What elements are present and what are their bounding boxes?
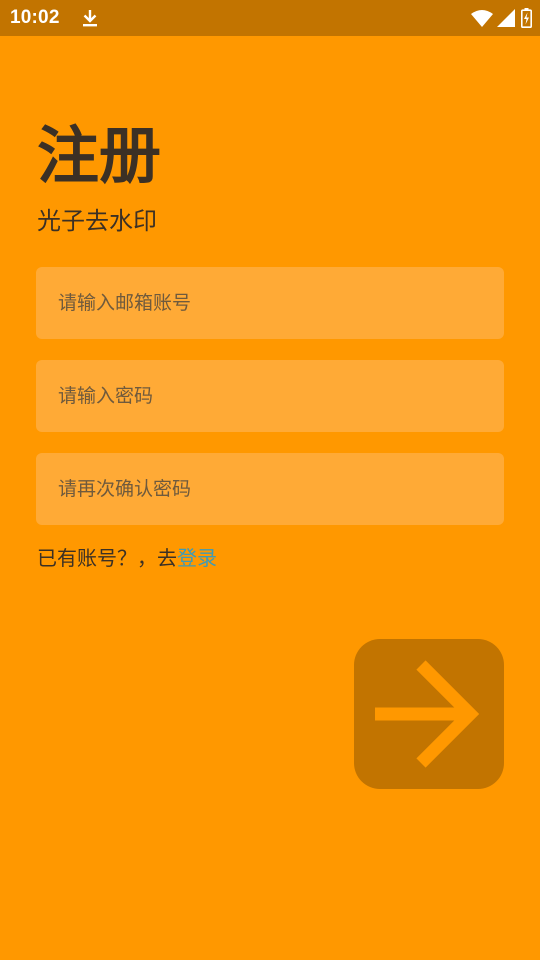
confirm-password-field[interactable]	[36, 453, 504, 525]
page-title: 注册	[37, 119, 162, 192]
email-field-container	[36, 267, 504, 339]
next-button[interactable]	[354, 639, 504, 789]
login-link[interactable]: 登录	[177, 546, 217, 570]
status-time: 10:02	[10, 7, 60, 28]
confirm-password-field-container	[36, 453, 504, 525]
password-field-container	[36, 360, 504, 432]
login-prompt: 已有账号？，去登录	[37, 543, 217, 573]
email-field[interactable]	[36, 267, 504, 339]
password-field[interactable]	[36, 360, 504, 432]
download-icon	[83, 10, 97, 27]
battery-charging-icon	[521, 8, 532, 28]
status-icons	[471, 8, 532, 28]
signal-icon	[497, 9, 515, 27]
app-subtitle: 光子去水印	[37, 207, 157, 235]
login-prompt-text: 已有账号？，去	[37, 546, 177, 570]
wifi-icon	[471, 10, 493, 27]
status-bar: 10:02	[0, 0, 540, 36]
arrow-right-icon	[375, 660, 480, 768]
